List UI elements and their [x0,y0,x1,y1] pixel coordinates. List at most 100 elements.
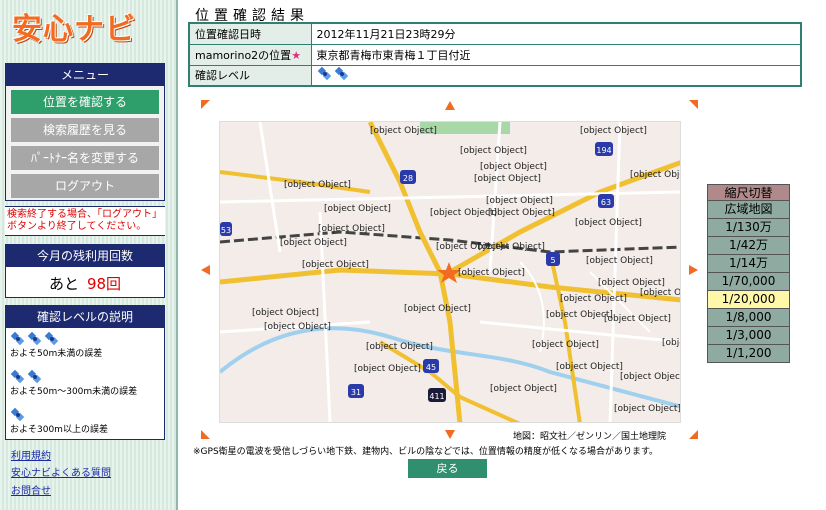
remaining-count-panel: 今月の残利用回数 あと 98回 [5,244,165,298]
star-icon: ★ [291,48,302,62]
map-label: [object Object] [586,256,653,266]
pan-up-arrow-icon[interactable] [445,101,455,110]
level-help-title: 確認レベルの説明 [6,306,164,328]
level-value [310,64,802,87]
logout-button[interactable]: ログアウト [11,174,159,198]
map-label: [object Object] [488,208,555,218]
map-label: [object Object] [404,304,471,314]
map-label: [object Object] [556,362,623,372]
rename-partner-button[interactable]: ﾊﾟｰﾄﾅｰ名を変更する [11,146,159,170]
level-row-high: およそ50m未満の誤差 [6,328,164,366]
level-text: およそ50m未満の誤差 [10,349,103,359]
satellite-icon [27,331,42,346]
map-label: [object Object] [318,224,385,234]
level-row-low: およそ300m以上の誤差 [6,404,164,442]
level-help-panel: 確認レベルの説明 およそ50m未満の誤差 およそ50m～300m未満の誤差 およ… [5,305,165,440]
map-label: [object Object] [486,196,553,206]
route-number: 31 [351,388,361,397]
map-label: [object Object] [560,294,627,304]
level-row-mid: およそ50m～300m未満の誤差 [6,366,164,404]
road-minor [519,261,651,353]
pan-down-left-arrow-icon[interactable] [201,430,210,439]
pan-down-right-arrow-icon[interactable] [689,430,698,439]
terms-link[interactable]: 利用規約 [11,447,51,462]
page: 安心ナビ メニュー 位置を確認する 検索履歴を見る ﾊﾟｰﾄﾅｰ名を変更する ロ… [0,0,826,510]
map-view[interactable]: 28 194 63 5 53 45 31 411 [object Object]… [219,121,681,423]
map-label: [object Object] [490,384,557,394]
scale-option[interactable]: 1/70,000 [707,273,790,291]
map-label: [object Object] [630,170,680,180]
level-text: およそ300m以上の誤差 [10,425,108,435]
route-number: 63 [601,198,611,207]
map-label: [object Object] [264,322,331,332]
position-label: mamorino2の位置★ [188,43,312,66]
map-label: [object Object] [604,314,671,324]
map-label: [object Object] [460,146,527,156]
satellite-icon [10,407,25,422]
pan-down-arrow-icon[interactable] [445,430,455,439]
pan-up-right-arrow-icon[interactable] [689,100,698,109]
route-number: 53 [221,226,231,235]
position-label-text: mamorino2の位置 [195,48,292,62]
map-label: [object Object] [532,340,599,350]
scale-option-selected[interactable]: 1/20,000 [707,291,790,309]
menu-panel: メニュー 位置を確認する 検索履歴を見る ﾊﾟｰﾄﾅｰ名を変更する ログアウト [5,63,165,201]
scale-option[interactable]: 広域地図 [707,201,790,219]
road-main [378,340,521,422]
sidebar: 安心ナビ メニュー 位置を確認する 検索履歴を見る ﾊﾟｰﾄﾅｰ名を変更する ロ… [0,0,178,510]
scale-option[interactable]: 1/8,000 [707,309,790,327]
map-label: [object Object] [598,278,665,288]
table-row: 位置確認日時 2012年11月21日23時29分 [188,22,802,45]
map-label: [object Object] [620,372,681,382]
satellite-icon [10,331,25,346]
scale-option[interactable]: 1/1,200 [707,345,790,363]
map-label: [object Object] [546,310,613,320]
satellite-icon [27,369,42,384]
satellite-icon [10,369,25,384]
scale-option[interactable]: 1/3,000 [707,327,790,345]
remaining-count: あと 98回 [6,273,164,294]
map-label: [object Object] [366,342,433,352]
contact-link[interactable]: お問合せ [11,482,51,497]
gps-note: ※GPS衛星の電波を受信しづらい地下鉄、建物内、ビルの陰などでは、位置情報の精度… [193,447,659,457]
locate-button[interactable]: 位置を確認する [11,90,159,114]
map-label: [object Object] [575,218,642,228]
map-label: [object Object] [354,364,421,374]
route-number: 411 [429,392,444,401]
logout-warning: 検索終了する場合、「ログアウト」ボタンより終了してください。 [5,206,165,236]
position-value: 東京都青梅市東青梅１丁目付近 [310,43,802,66]
faq-link[interactable]: 安心ナビよくある質問 [11,464,111,479]
map-label: [object Object] [614,404,681,414]
remaining-prefix: あと [48,275,79,293]
map-label: [object Object] [370,126,437,136]
table-row: mamorino2の位置★ 東京都青梅市東青梅１丁目付近 [188,43,802,66]
scale-option[interactable]: 1/42万 [707,237,790,255]
scale-title: 縮尺切替 [707,184,790,201]
satellite-icon [44,331,59,346]
map-label: [object Object] [280,238,347,248]
satellite-icon-group [317,66,350,84]
level-label: 確認レベル [188,64,312,87]
satellite-icon-group [10,369,160,387]
datetime-label: 位置確認日時 [188,22,312,45]
satellite-icon-group [10,331,160,349]
remaining-count-title: 今月の残利用回数 [6,245,164,267]
app-logo[interactable]: 安心ナビ [12,4,136,48]
map-label: [object Object] [474,174,541,184]
map-label: [object Object] [662,338,680,348]
scale-option[interactable]: 1/130万 [707,219,790,237]
map-credit: 地図：昭文社／ゼンリン／国土地理院 [513,432,667,442]
map-label: [object Object] [324,204,391,214]
location-info-table: 位置確認日時 2012年11月21日23時29分 mamorino2の位置★ 東… [188,22,802,87]
route-number: 28 [403,174,413,183]
satellite-icon [317,67,331,81]
table-row: 確認レベル [188,64,802,87]
search-history-button[interactable]: 検索履歴を見る [11,118,159,142]
scale-option[interactable]: 1/14万 [707,255,790,273]
route-number: 5 [550,256,555,265]
pan-left-arrow-icon[interactable] [201,265,210,275]
pan-right-arrow-icon[interactable] [689,265,698,275]
pan-up-left-arrow-icon[interactable] [201,100,210,109]
back-button[interactable]: 戻る [408,459,487,478]
map-label: [object Object] [480,162,547,172]
